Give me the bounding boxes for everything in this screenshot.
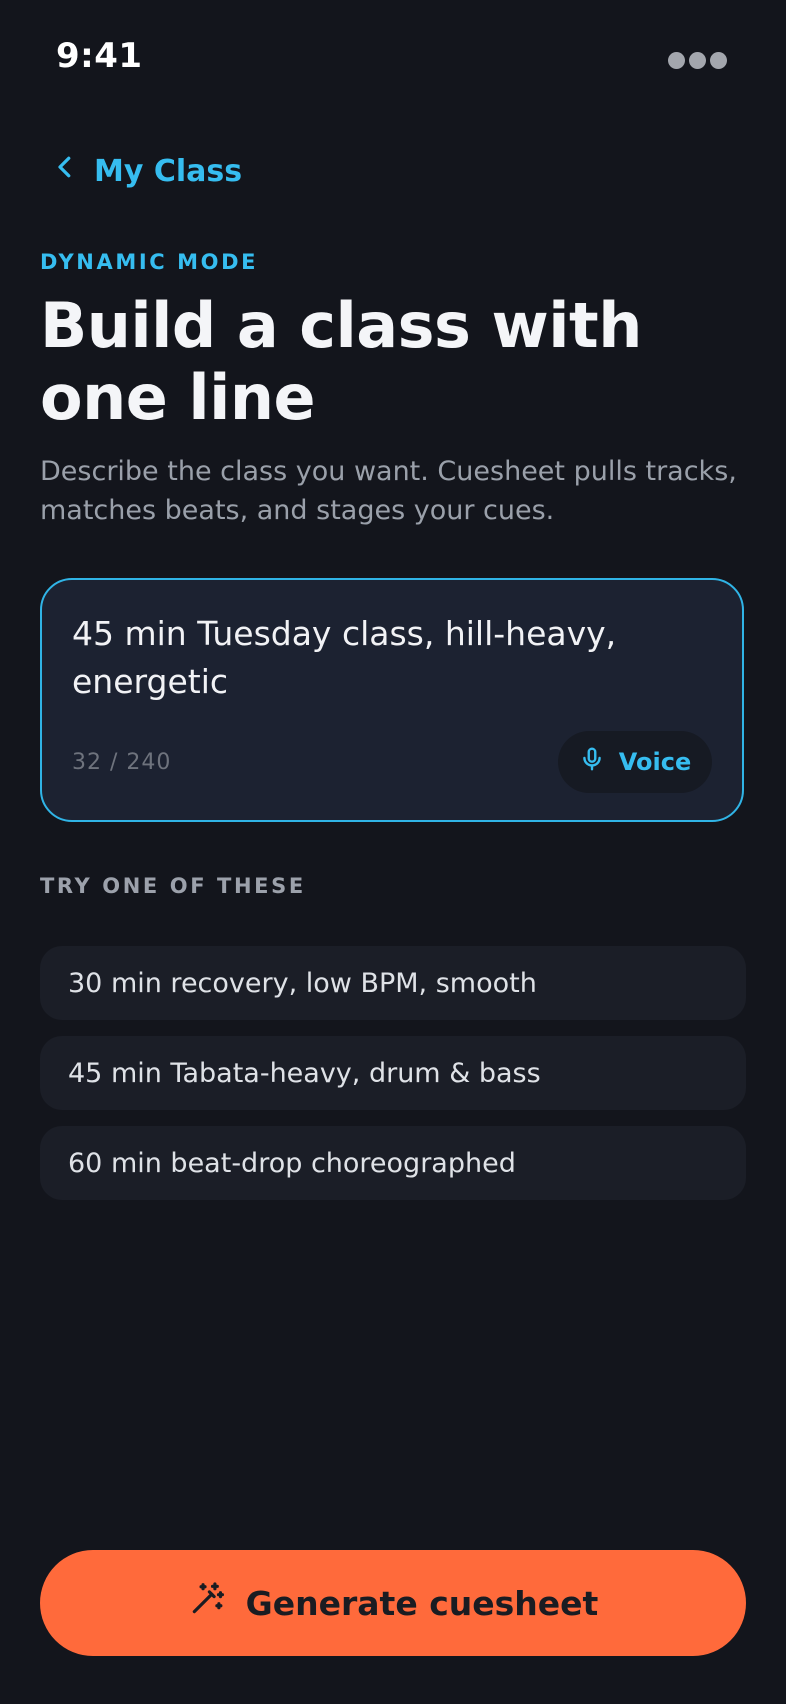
suggestion-chip[interactable]: 60 min beat-drop choreographed xyxy=(40,1126,746,1200)
status-time: 9:41 xyxy=(56,36,143,76)
voice-label: Voice xyxy=(618,748,692,776)
magic-wand-icon xyxy=(188,1580,226,1626)
chevron-left-icon xyxy=(50,152,80,190)
prompt-input[interactable]: 45 min Tuesday class, hill-heavy, energe… xyxy=(72,610,702,706)
suggestions-label: TRY ONE OF THESE xyxy=(40,874,306,898)
mode-eyebrow: DYNAMIC MODE xyxy=(40,250,259,274)
generate-label: Generate cuesheet xyxy=(245,1583,599,1623)
more-dots-icon[interactable] xyxy=(668,52,728,72)
microphone-icon xyxy=(579,746,605,778)
prompt-input-card[interactable]: 45 min Tuesday class, hill-heavy, energe… xyxy=(40,578,744,822)
dot xyxy=(668,52,685,69)
suggestion-chip[interactable]: 45 min Tabata-heavy, drum & bass xyxy=(40,1036,746,1110)
voice-button[interactable]: Voice xyxy=(558,731,712,793)
dot xyxy=(689,52,706,69)
character-count: 32 / 240 xyxy=(72,750,172,775)
back-button[interactable]: My Class xyxy=(50,148,242,194)
back-label: My Class xyxy=(94,153,243,189)
suggestion-list: 30 min recovery, low BPM, smooth 45 min … xyxy=(40,946,746,1216)
page-subtitle: Describe the class you want. Cuesheet pu… xyxy=(40,456,737,526)
suggestion-chip[interactable]: 30 min recovery, low BPM, smooth xyxy=(40,946,746,1020)
generate-cuesheet-button[interactable]: Generate cuesheet xyxy=(40,1550,746,1656)
page-title: Build a class with one line xyxy=(40,289,642,434)
dot xyxy=(710,52,727,69)
